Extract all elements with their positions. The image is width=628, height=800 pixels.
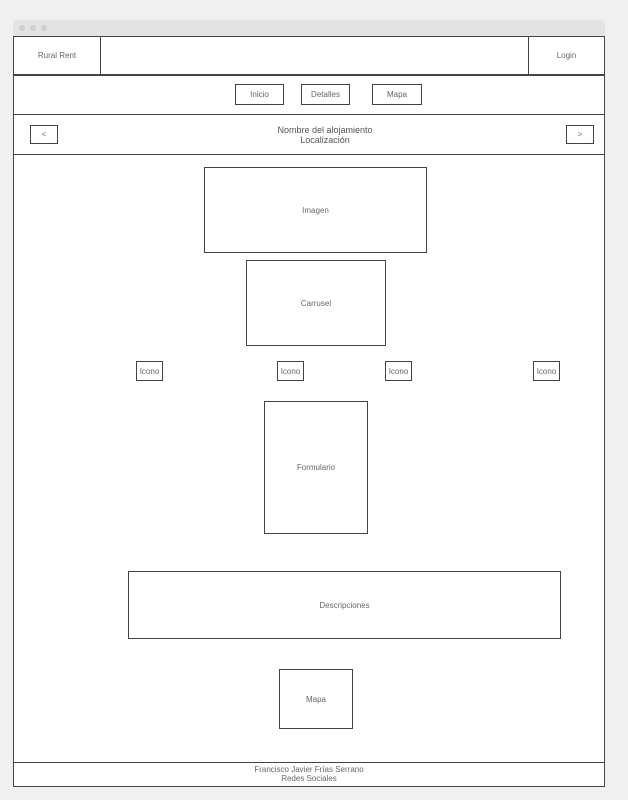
- carousel-placeholder[interactable]: Carrusel: [246, 260, 386, 346]
- feature-icon: Icono: [136, 361, 163, 381]
- header-divider: [100, 37, 101, 74]
- footer-author: Francisco Javier Frías Serrano: [254, 765, 364, 774]
- property-name: Nombre del alojamiento: [277, 125, 373, 135]
- feature-icon: Icono: [533, 361, 560, 381]
- feature-icon: Icono: [385, 361, 412, 381]
- map-placeholder[interactable]: Mapa: [279, 669, 353, 729]
- nav-inicio-button[interactable]: Inicio: [235, 84, 284, 105]
- descriptions-section: Descripciones: [128, 571, 561, 639]
- wireframe-page: Rural Rent Login Inicio Detalles Mapa < …: [13, 36, 605, 787]
- next-button[interactable]: >: [566, 125, 594, 144]
- window-titlebar: [13, 20, 605, 36]
- window-dot-icon: [19, 25, 25, 31]
- image-placeholder: Imagen: [204, 167, 427, 253]
- booking-form[interactable]: Formulario: [264, 401, 368, 534]
- nav-detalles-button[interactable]: Detalles: [301, 84, 350, 105]
- feature-icon: Icono: [277, 361, 304, 381]
- property-location: Localización: [300, 135, 350, 145]
- footer-social-link[interactable]: Redes Sociales: [14, 774, 604, 783]
- prev-button[interactable]: <: [30, 125, 58, 144]
- header-bottom-border: [14, 74, 604, 76]
- footer-top-border: [14, 762, 604, 763]
- nav-bottom-border: [14, 114, 604, 115]
- brand-logo[interactable]: Rural Rent: [14, 37, 100, 74]
- nav-mapa-button[interactable]: Mapa: [372, 84, 422, 105]
- property-bottom-border: [14, 154, 604, 155]
- login-button[interactable]: Login: [529, 37, 604, 74]
- window-dot-icon: [30, 25, 36, 31]
- window-dot-icon: [41, 25, 47, 31]
